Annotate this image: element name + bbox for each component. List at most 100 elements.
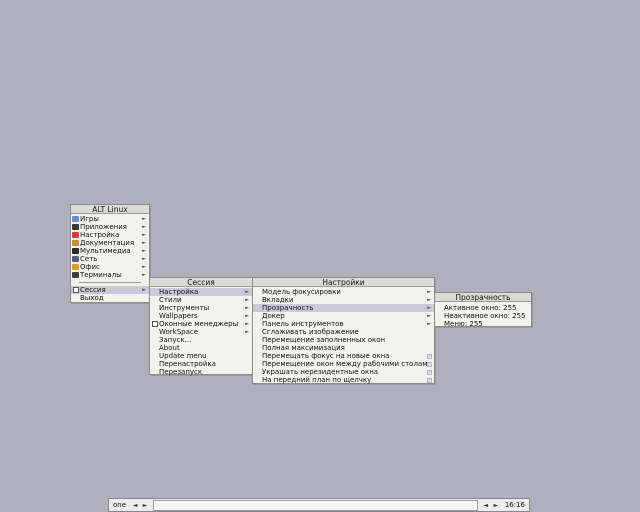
- menu-item[interactable]: Панель инструментов ►: [253, 320, 434, 328]
- menu-item-label: About: [159, 344, 180, 352]
- config-menu: Настройки Модель фокусировки ► Вкладки ► Про…: [252, 277, 435, 384]
- menu-item-label: Терминалы: [80, 271, 122, 279]
- task-list[interactable]: [153, 499, 478, 511]
- submenu-arrow-icon: ►: [142, 216, 146, 222]
- menu-item-label: Сессия: [80, 286, 106, 294]
- root-menu-item[interactable]: Игры ►: [71, 215, 149, 223]
- menu-item[interactable]: About: [150, 344, 252, 352]
- root-menu-item[interactable]: Сеть ►: [71, 255, 149, 263]
- desktop[interactable]: { "root_menu": { "title": "ALT Linux", "…: [0, 0, 640, 512]
- menu-item[interactable]: Перезапуск: [150, 368, 252, 376]
- workspace-label[interactable]: one: [109, 499, 130, 511]
- menu-item-label: Панель инструментов: [262, 320, 344, 328]
- menu-item-label: Вкладки: [262, 296, 294, 304]
- menu-item-label: Выход: [80, 294, 104, 302]
- menu-item-label: Перемещать фокус на новые окна: [262, 352, 390, 360]
- menu-item-label: Активное окно: 255: [444, 304, 517, 312]
- menu-item[interactable]: Настройка ►: [150, 288, 252, 296]
- menu-item-label: Меню: 255: [444, 320, 483, 328]
- menu-item-label: Мультимедиа: [80, 247, 131, 255]
- submenu-arrow-icon: ►: [427, 305, 431, 311]
- submenu-arrow-icon: ►: [142, 256, 146, 262]
- root-menu: ALT Linux Игры ► Приложения ► Настройка ► Доку…: [70, 204, 150, 303]
- root-menu-item[interactable]: Мультимедиа ►: [71, 247, 149, 255]
- transparency-menu: Прозрачность Активное окно: 255 Неактивно…: [434, 292, 532, 328]
- menu-item[interactable]: Вкладки ►: [253, 296, 434, 304]
- submenu-arrow-icon: ►: [142, 272, 146, 278]
- menu-item-label: Прозрачность: [262, 304, 314, 312]
- documentation-icon: [72, 240, 79, 246]
- menu-item-label: Перемещение заполненных окон: [262, 336, 386, 344]
- next-workspace-button[interactable]: ►: [140, 500, 150, 511]
- submenu-arrow-icon: ►: [245, 321, 249, 327]
- submenu-arrow-icon: ►: [245, 329, 249, 335]
- menu-item[interactable]: Сглаживать изображение: [253, 328, 434, 336]
- menu-item-label: Сглаживать изображение: [262, 328, 359, 336]
- menu-item-label: Настройка: [80, 231, 120, 239]
- submenu-arrow-icon: ►: [142, 264, 146, 270]
- menu-separator: [79, 282, 141, 283]
- menu-item-label: Запуск...: [159, 336, 192, 344]
- menu-item[interactable]: Перенастройка: [150, 360, 252, 368]
- menu-item-label: Документация: [80, 239, 135, 247]
- menu-item[interactable]: Update menu: [150, 352, 252, 360]
- menu-item-label: Неактивное окно: 255: [444, 312, 526, 320]
- menu-item[interactable]: Перемещение окон между рабочими столами: [253, 360, 434, 368]
- menu-item[interactable]: Оконные менеджеры ►: [150, 320, 252, 328]
- prev-window-button[interactable]: ◄: [481, 500, 491, 511]
- menu-item-label: Приложения: [80, 223, 127, 231]
- session-menu-title[interactable]: Сессия: [150, 278, 252, 287]
- network-icon: [72, 256, 79, 262]
- toggle-checkbox[interactable]: [427, 362, 432, 367]
- root-menu-title[interactable]: ALT Linux: [71, 205, 149, 214]
- root-menu-item[interactable]: Настройка ►: [71, 231, 149, 239]
- toggle-checkbox[interactable]: [427, 354, 432, 359]
- menu-item-label: Модель фокусировки: [262, 288, 341, 296]
- menu-item[interactable]: Докер ►: [253, 312, 434, 320]
- checkbox-icon: [152, 321, 158, 327]
- menu-item-label: Перемещение окон между рабочими столами: [262, 360, 433, 368]
- root-menu-item[interactable]: Терминалы ►: [71, 271, 149, 279]
- menu-item[interactable]: Активное окно: 255: [435, 304, 531, 312]
- menu-item[interactable]: Инструменты ►: [150, 304, 252, 312]
- menu-item-label: Офис: [80, 263, 100, 271]
- next-window-button[interactable]: ►: [491, 500, 501, 511]
- menu-item-label: Перезапуск: [159, 368, 203, 376]
- clock: 16:16: [504, 501, 525, 509]
- root-menu-item[interactable]: Документация ►: [71, 239, 149, 247]
- toggle-checkbox[interactable]: [427, 370, 432, 375]
- menu-item[interactable]: На передний план по щелчку: [253, 376, 434, 384]
- menu-item[interactable]: Неактивное окно: 255: [435, 312, 531, 320]
- menu-item[interactable]: Стили ►: [150, 296, 252, 304]
- root-menu-item[interactable]: Офис ►: [71, 263, 149, 271]
- submenu-arrow-icon: ►: [427, 289, 431, 295]
- menu-item[interactable]: Меню: 255: [435, 320, 531, 328]
- menu-item-label: Инструменты: [159, 304, 210, 312]
- transparency-menu-title[interactable]: Прозрачность: [435, 293, 531, 302]
- games-icon: [72, 216, 79, 222]
- menu-item[interactable]: Wallpapers ►: [150, 312, 252, 320]
- menu-item[interactable]: Полная максимизация: [253, 344, 434, 352]
- prev-workspace-button[interactable]: ◄: [130, 500, 140, 511]
- menu-item-label: Оконные менеджеры: [159, 320, 239, 328]
- menu-item[interactable]: Модель фокусировки ►: [253, 288, 434, 296]
- office-icon: [72, 264, 79, 270]
- menu-item[interactable]: Перемещать фокус на новые окна: [253, 352, 434, 360]
- menu-item-label: WorkSpace: [159, 328, 199, 336]
- menu-item-session[interactable]: Сессия ►: [71, 286, 149, 294]
- menu-item[interactable]: Запуск...: [150, 336, 252, 344]
- multimedia-icon: [72, 248, 79, 254]
- root-menu-item[interactable]: Приложения ►: [71, 223, 149, 231]
- config-menu-title[interactable]: Настройки: [253, 278, 434, 287]
- menu-item-exit[interactable]: Выход: [71, 294, 149, 302]
- settings-icon: [72, 232, 79, 238]
- session-box-icon: [73, 287, 79, 293]
- menu-item[interactable]: WorkSpace ►: [150, 328, 252, 336]
- applications-icon: [72, 224, 79, 230]
- toggle-checkbox[interactable]: [427, 378, 432, 383]
- menu-item-label: Настройка: [159, 288, 199, 296]
- menu-item[interactable]: Украшать нерезидентные окна: [253, 368, 434, 376]
- menu-item-label: На передний план по щелчку: [262, 376, 372, 384]
- menu-item[interactable]: Прозрачность ►: [253, 304, 434, 312]
- menu-item[interactable]: Перемещение заполненных окон: [253, 336, 434, 344]
